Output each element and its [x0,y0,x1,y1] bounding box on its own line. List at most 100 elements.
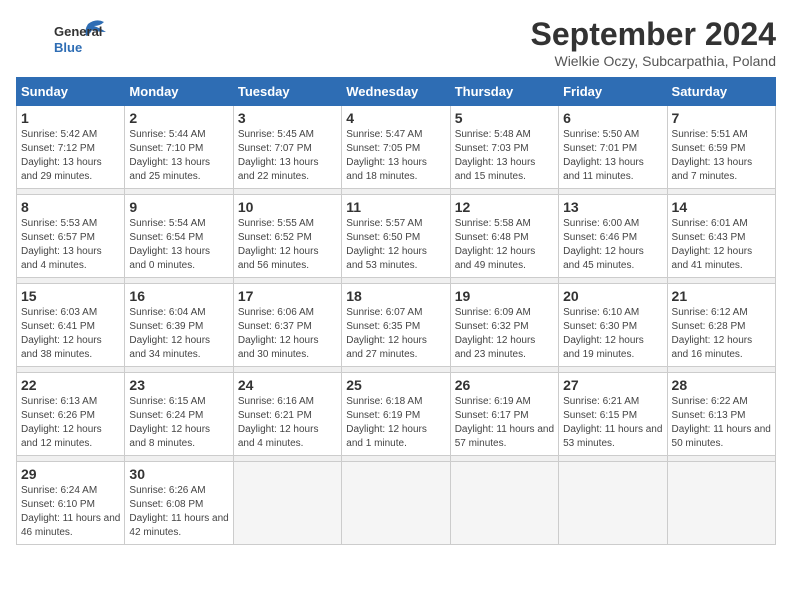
day-number: 26 [455,377,554,393]
weekday-header-wednesday: Wednesday [342,78,450,106]
day-info: Sunrise: 6:13 AMSunset: 6:26 PMDaylight:… [21,396,102,449]
day-number: 3 [238,110,337,126]
day-number: 2 [129,110,228,126]
day-info: Sunrise: 6:18 AMSunset: 6:19 PMDaylight:… [346,396,427,449]
day-info: Sunrise: 6:09 AMSunset: 6:32 PMDaylight:… [455,307,536,360]
day-info: Sunrise: 5:47 AMSunset: 7:05 PMDaylight:… [346,129,427,182]
page-header: General Blue September 2024 Wielkie Oczy… [16,16,776,69]
day-info: Sunrise: 6:24 AMSunset: 6:10 PMDaylight:… [21,485,120,538]
day-number: 29 [21,466,120,482]
month-title: September 2024 [531,16,776,53]
calendar-cell: 3 Sunrise: 5:45 AMSunset: 7:07 PMDayligh… [233,106,341,189]
day-number: 7 [672,110,771,126]
calendar-cell: 13 Sunrise: 6:00 AMSunset: 6:46 PMDaylig… [559,195,667,278]
day-number: 24 [238,377,337,393]
weekday-header-friday: Friday [559,78,667,106]
calendar-cell: 20 Sunrise: 6:10 AMSunset: 6:30 PMDaylig… [559,284,667,367]
calendar-cell: 4 Sunrise: 5:47 AMSunset: 7:05 PMDayligh… [342,106,450,189]
calendar-cell: 15 Sunrise: 6:03 AMSunset: 6:41 PMDaylig… [17,284,125,367]
day-number: 9 [129,199,228,215]
calendar-week-row: 22 Sunrise: 6:13 AMSunset: 6:26 PMDaylig… [17,373,776,456]
calendar-cell: 14 Sunrise: 6:01 AMSunset: 6:43 PMDaylig… [667,195,775,278]
day-number: 19 [455,288,554,304]
calendar-cell [667,462,775,545]
calendar-cell: 7 Sunrise: 5:51 AMSunset: 6:59 PMDayligh… [667,106,775,189]
day-info: Sunrise: 6:00 AMSunset: 6:46 PMDaylight:… [563,218,644,271]
day-number: 11 [346,199,445,215]
svg-text:General: General [54,24,102,39]
calendar-cell [559,462,667,545]
day-number: 23 [129,377,228,393]
day-info: Sunrise: 5:48 AMSunset: 7:03 PMDaylight:… [455,129,536,182]
day-number: 25 [346,377,445,393]
calendar-week-row: 8 Sunrise: 5:53 AMSunset: 6:57 PMDayligh… [17,195,776,278]
weekday-header-monday: Monday [125,78,233,106]
calendar-cell [233,462,341,545]
calendar-cell: 2 Sunrise: 5:44 AMSunset: 7:10 PMDayligh… [125,106,233,189]
day-number: 18 [346,288,445,304]
day-number: 17 [238,288,337,304]
day-info: Sunrise: 5:54 AMSunset: 6:54 PMDaylight:… [129,218,210,271]
day-info: Sunrise: 6:03 AMSunset: 6:41 PMDaylight:… [21,307,102,360]
day-info: Sunrise: 6:07 AMSunset: 6:35 PMDaylight:… [346,307,427,360]
day-number: 14 [672,199,771,215]
day-info: Sunrise: 5:53 AMSunset: 6:57 PMDaylight:… [21,218,102,271]
day-number: 21 [672,288,771,304]
day-number: 30 [129,466,228,482]
day-number: 8 [21,199,120,215]
calendar-cell: 24 Sunrise: 6:16 AMSunset: 6:21 PMDaylig… [233,373,341,456]
day-number: 5 [455,110,554,126]
day-info: Sunrise: 5:44 AMSunset: 7:10 PMDaylight:… [129,129,210,182]
calendar-cell: 16 Sunrise: 6:04 AMSunset: 6:39 PMDaylig… [125,284,233,367]
logo: General Blue [16,16,116,60]
calendar-cell: 29 Sunrise: 6:24 AMSunset: 6:10 PMDaylig… [17,462,125,545]
calendar-cell: 12 Sunrise: 5:58 AMSunset: 6:48 PMDaylig… [450,195,558,278]
day-number: 22 [21,377,120,393]
day-info: Sunrise: 5:57 AMSunset: 6:50 PMDaylight:… [346,218,427,271]
day-info: Sunrise: 5:50 AMSunset: 7:01 PMDaylight:… [563,129,644,182]
calendar-cell: 30 Sunrise: 6:26 AMSunset: 6:08 PMDaylig… [125,462,233,545]
calendar-cell: 28 Sunrise: 6:22 AMSunset: 6:13 PMDaylig… [667,373,775,456]
day-info: Sunrise: 6:21 AMSunset: 6:15 PMDaylight:… [563,396,662,449]
logo-svg: General Blue [16,16,116,60]
title-area: September 2024 Wielkie Oczy, Subcarpathi… [531,16,776,69]
day-number: 27 [563,377,662,393]
day-number: 1 [21,110,120,126]
weekday-header-thursday: Thursday [450,78,558,106]
svg-text:Blue: Blue [54,40,82,55]
day-info: Sunrise: 5:42 AMSunset: 7:12 PMDaylight:… [21,129,102,182]
day-info: Sunrise: 6:01 AMSunset: 6:43 PMDaylight:… [672,218,753,271]
day-info: Sunrise: 6:15 AMSunset: 6:24 PMDaylight:… [129,396,210,449]
day-info: Sunrise: 6:04 AMSunset: 6:39 PMDaylight:… [129,307,210,360]
calendar-cell: 27 Sunrise: 6:21 AMSunset: 6:15 PMDaylig… [559,373,667,456]
weekday-header-row: SundayMondayTuesdayWednesdayThursdayFrid… [17,78,776,106]
day-info: Sunrise: 6:10 AMSunset: 6:30 PMDaylight:… [563,307,644,360]
day-info: Sunrise: 6:12 AMSunset: 6:28 PMDaylight:… [672,307,753,360]
day-info: Sunrise: 5:55 AMSunset: 6:52 PMDaylight:… [238,218,319,271]
day-info: Sunrise: 6:16 AMSunset: 6:21 PMDaylight:… [238,396,319,449]
calendar-cell: 25 Sunrise: 6:18 AMSunset: 6:19 PMDaylig… [342,373,450,456]
calendar-cell: 19 Sunrise: 6:09 AMSunset: 6:32 PMDaylig… [450,284,558,367]
day-number: 20 [563,288,662,304]
calendar-cell: 6 Sunrise: 5:50 AMSunset: 7:01 PMDayligh… [559,106,667,189]
calendar-cell: 21 Sunrise: 6:12 AMSunset: 6:28 PMDaylig… [667,284,775,367]
day-number: 16 [129,288,228,304]
calendar-cell: 9 Sunrise: 5:54 AMSunset: 6:54 PMDayligh… [125,195,233,278]
day-info: Sunrise: 6:22 AMSunset: 6:13 PMDaylight:… [672,396,771,449]
day-number: 4 [346,110,445,126]
calendar-cell: 18 Sunrise: 6:07 AMSunset: 6:35 PMDaylig… [342,284,450,367]
calendar-cell: 1 Sunrise: 5:42 AMSunset: 7:12 PMDayligh… [17,106,125,189]
calendar-week-row: 1 Sunrise: 5:42 AMSunset: 7:12 PMDayligh… [17,106,776,189]
calendar-week-row: 29 Sunrise: 6:24 AMSunset: 6:10 PMDaylig… [17,462,776,545]
day-number: 12 [455,199,554,215]
calendar-cell: 5 Sunrise: 5:48 AMSunset: 7:03 PMDayligh… [450,106,558,189]
day-number: 28 [672,377,771,393]
day-info: Sunrise: 6:19 AMSunset: 6:17 PMDaylight:… [455,396,554,449]
weekday-header-tuesday: Tuesday [233,78,341,106]
day-number: 15 [21,288,120,304]
calendar-cell: 11 Sunrise: 5:57 AMSunset: 6:50 PMDaylig… [342,195,450,278]
calendar-cell: 22 Sunrise: 6:13 AMSunset: 6:26 PMDaylig… [17,373,125,456]
calendar-cell: 10 Sunrise: 5:55 AMSunset: 6:52 PMDaylig… [233,195,341,278]
calendar-cell: 23 Sunrise: 6:15 AMSunset: 6:24 PMDaylig… [125,373,233,456]
calendar-cell: 17 Sunrise: 6:06 AMSunset: 6:37 PMDaylig… [233,284,341,367]
